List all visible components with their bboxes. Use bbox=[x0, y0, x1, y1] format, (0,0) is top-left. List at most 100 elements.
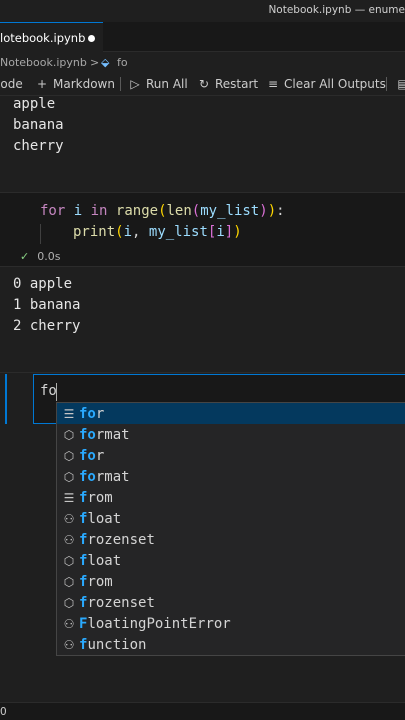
module-icon: ⬡ bbox=[63, 574, 75, 589]
keyword-icon: ☰ bbox=[63, 490, 75, 505]
suggestion-label: float bbox=[79, 511, 121, 527]
suggestion-match: fo bbox=[79, 405, 96, 422]
suggestion-rest: rmat bbox=[95, 468, 130, 485]
suggestion-label: frozenset bbox=[79, 532, 155, 548]
suggestion-match: fo bbox=[79, 426, 96, 443]
execution-time: 0.0s bbox=[37, 250, 61, 263]
tab-notebook[interactable]: lotebook.ipynb bbox=[0, 22, 103, 52]
clear-outputs-button[interactable]: ≡ Clear All Outputs bbox=[266, 77, 386, 91]
clear-outputs-label: Clear All Outputs bbox=[284, 77, 386, 91]
variable-i: i bbox=[73, 203, 83, 219]
suggestion-item[interactable]: ⬡ format bbox=[57, 466, 405, 487]
suggestion-item[interactable]: ⚇ FloatingPointError bbox=[57, 613, 405, 634]
suggestion-item[interactable]: ☰ for bbox=[57, 403, 405, 424]
symbol-icon: ⬙ bbox=[101, 56, 110, 69]
function-range: range bbox=[115, 203, 159, 219]
suggestion-label: format bbox=[79, 469, 130, 485]
keyword-icon: ☰ bbox=[63, 406, 75, 421]
indent-guide bbox=[40, 224, 41, 244]
suggestion-label: frozenset bbox=[79, 595, 155, 611]
suggestion-item[interactable]: ☰ from bbox=[57, 487, 405, 508]
clear-all-icon: ≡ bbox=[267, 77, 279, 91]
variable-my-list: my_list bbox=[200, 203, 260, 219]
suggestion-rest: loat bbox=[87, 552, 122, 569]
check-icon: ✓ bbox=[20, 250, 30, 263]
table-icon: ▤ bbox=[397, 77, 405, 91]
toolbar-separator bbox=[386, 77, 387, 91]
notebook-toolbar: Code + Markdown ▷ Run All ↻ Restart ≡ Cl… bbox=[0, 72, 405, 96]
cell-focus-indicator bbox=[5, 374, 7, 424]
title-bar: Notebook.ipynb — enume bbox=[0, 0, 405, 22]
suggestion-item[interactable]: ⬡ for bbox=[57, 445, 405, 466]
variables-button[interactable]: ▤ bbox=[396, 77, 405, 91]
status-text: 0 bbox=[0, 706, 7, 718]
suggestion-rest: rozenset bbox=[87, 531, 155, 548]
suggestion-item[interactable]: ⚇ function bbox=[57, 634, 405, 655]
cell-output-1-line-2: banana bbox=[13, 117, 64, 133]
run-all-label: Run All bbox=[146, 77, 188, 91]
chevron-right-icon: > bbox=[90, 56, 100, 69]
suggestion-rest: loat bbox=[87, 510, 122, 527]
suggestion-rest: r bbox=[95, 447, 105, 464]
suggestion-rest: loatingPointError bbox=[87, 615, 231, 632]
suggestion-item[interactable]: ⬡ from bbox=[57, 571, 405, 592]
suggestion-label: for bbox=[79, 406, 104, 422]
tab-bar: lotebook.ipynb bbox=[0, 22, 405, 52]
module-icon: ⬡ bbox=[63, 448, 75, 463]
suggestion-item[interactable]: ⬡ frozenset bbox=[57, 592, 405, 613]
suggestion-label: from bbox=[79, 490, 113, 506]
suggestion-label: from bbox=[79, 574, 113, 590]
suggestion-item[interactable]: ⬡ format bbox=[57, 424, 405, 445]
suggestion-rest: unction bbox=[87, 636, 147, 653]
suggestion-label: function bbox=[79, 637, 146, 653]
suggestion-label: format bbox=[79, 427, 130, 443]
suggestion-rest: rmat bbox=[95, 426, 130, 443]
active-cell-text[interactable]: fo bbox=[40, 383, 57, 399]
status-bar: 0 bbox=[0, 702, 405, 720]
cell-output-2-line-3: 2 cherry bbox=[13, 318, 81, 334]
suggestion-match: fo bbox=[79, 468, 96, 485]
cell-output-2-line-1: 0 apple bbox=[13, 276, 73, 292]
class-icon: ⚇ bbox=[63, 532, 75, 547]
cell-output-1-line-1: apple bbox=[13, 96, 56, 112]
suggest-widget: ☰ for ⬡ format ⬡ for ⬡ format ☰ from ⚇ float ⚇ frozen… bbox=[56, 402, 405, 656]
suggestion-rest: r bbox=[95, 405, 105, 422]
module-icon: ⬡ bbox=[63, 553, 75, 568]
add-code-button[interactable]: Code bbox=[0, 77, 23, 91]
class-icon: ⚇ bbox=[63, 637, 75, 652]
function-len: len bbox=[166, 203, 192, 219]
code-line-1[interactable]: for i in range(len(my_list)): bbox=[40, 203, 285, 219]
breadcrumb-symbol[interactable]: fo bbox=[117, 56, 128, 69]
suggestion-rest: rom bbox=[87, 573, 113, 590]
variable-i: i bbox=[216, 224, 225, 240]
plus-icon: + bbox=[36, 77, 48, 91]
variable-my-list: my_list bbox=[148, 224, 208, 240]
text-cursor bbox=[56, 383, 57, 401]
suggestion-rest: rom bbox=[87, 489, 113, 506]
suggestion-rest: rozenset bbox=[87, 594, 155, 611]
suggestion-item[interactable]: ⚇ frozenset bbox=[57, 529, 405, 550]
add-markdown-label: Markdown bbox=[53, 77, 115, 91]
add-markdown-button[interactable]: + Markdown bbox=[35, 77, 115, 91]
class-icon: ⚇ bbox=[63, 616, 75, 631]
restart-icon: ↻ bbox=[198, 77, 210, 91]
suggestion-item[interactable]: ⚇ float bbox=[57, 508, 405, 529]
play-icon: ▷ bbox=[130, 77, 140, 91]
breadcrumb-file[interactable]: Notebook.ipynb bbox=[0, 56, 87, 69]
suggestion-item[interactable]: ⬡ float bbox=[57, 550, 405, 571]
add-code-label: Code bbox=[0, 77, 23, 91]
function-print: print bbox=[73, 224, 116, 240]
module-icon: ⬡ bbox=[63, 595, 75, 610]
keyword-in: in bbox=[90, 203, 108, 219]
code-line-2[interactable]: print(i, my_list[i]) bbox=[73, 224, 242, 240]
run-all-button[interactable]: ▷ Run All bbox=[128, 77, 188, 91]
module-icon: ⬡ bbox=[63, 427, 75, 442]
unsaved-dot-icon[interactable] bbox=[88, 35, 95, 42]
class-icon: ⚇ bbox=[63, 511, 75, 526]
breadcrumb: Notebook.ipynb > ⬙ fo bbox=[0, 52, 405, 72]
suggestion-label: float bbox=[79, 553, 121, 569]
cell-output-2-line-2: 1 banana bbox=[13, 297, 81, 313]
execution-status: ✓ 0.0s bbox=[20, 250, 60, 263]
cell-output-1-line-3: cherry bbox=[13, 138, 64, 154]
restart-button[interactable]: ↻ Restart bbox=[197, 77, 258, 91]
